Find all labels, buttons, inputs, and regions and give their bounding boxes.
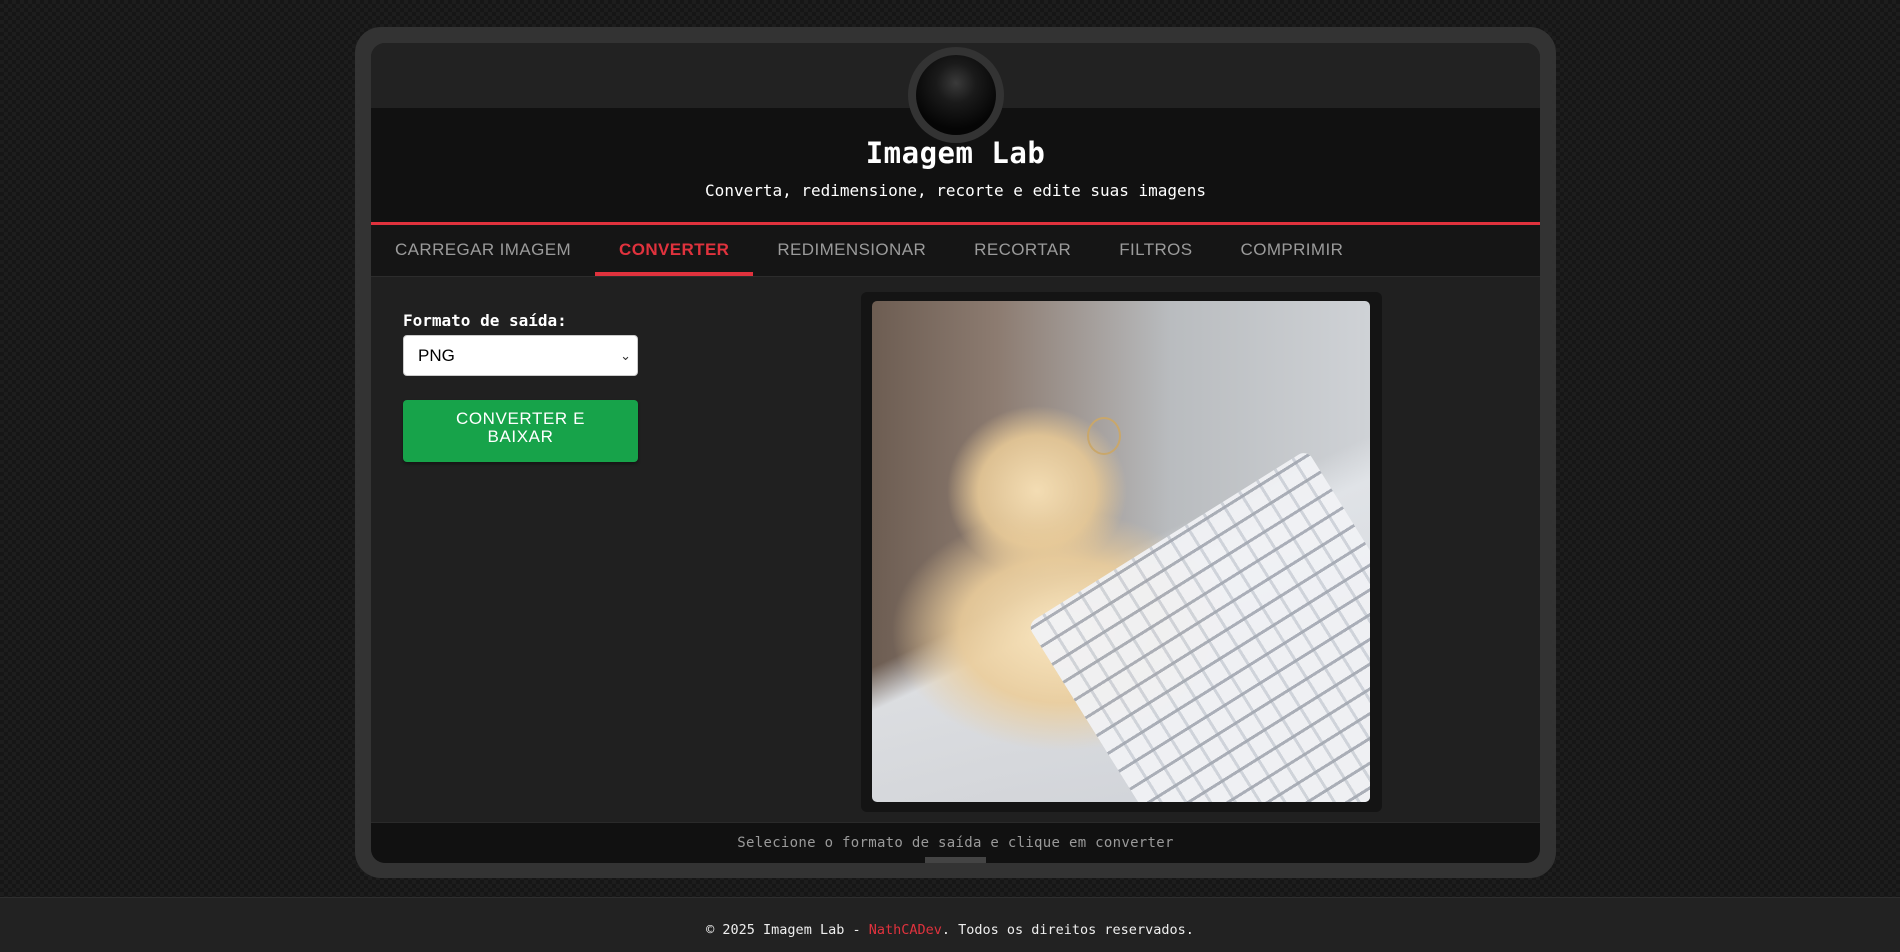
tab-filtros[interactable]: FILTROS [1095,225,1216,276]
format-label: Formato de saída: [403,311,567,330]
image-preview-frame [861,292,1382,812]
tab-converter[interactable]: CONVERTER [595,225,754,276]
footer-text: © 2025 Imagem Lab - NathCADev. Todos os … [0,922,1900,938]
author-link[interactable]: NathCADev [869,922,942,938]
page-subtitle: Converta, redimensione, recorte e edite … [705,181,1206,200]
tab-recortar[interactable]: RECORTAR [950,225,1095,276]
format-select[interactable]: PNG ⌄ [403,335,638,376]
keyboard-image-part [1026,449,1370,802]
convert-download-button[interactable]: CONVERTER E BAIXAR [403,400,638,462]
format-select-value: PNG [418,346,455,365]
home-indicator [925,857,986,863]
app-screen: Imagem Lab Converta, redimensione, recor… [371,43,1540,863]
status-message: Selecione o formato de saída e clique em… [737,835,1174,851]
footer-prefix: © 2025 Imagem Lab - [706,922,869,938]
camera-icon [908,47,1004,143]
tab-comprimir[interactable]: COMPRIMIR [1217,225,1368,276]
tab-carregar-imagem[interactable]: CARREGAR IMAGEM [371,225,595,276]
device-frame: Imagem Lab Converta, redimensione, recor… [355,27,1556,878]
chevron-down-icon: ⌄ [620,348,631,363]
footer-suffix: . Todos os direitos reservados. [941,922,1194,938]
image-preview [872,301,1370,802]
tab-bar: CARREGAR IMAGEM CONVERTER REDIMENSIONAR … [371,225,1540,277]
glasses-image-part [1087,417,1121,455]
page-footer: © 2025 Imagem Lab - NathCADev. Todos os … [0,897,1900,952]
tab-redimensionar[interactable]: REDIMENSIONAR [753,225,950,276]
converter-panel: Formato de saída: PNG ⌄ CONVERTER E BAIX… [371,277,1540,822]
status-bar: Selecione o formato de saída e clique em… [371,822,1540,863]
camera-lens [916,55,996,135]
keyboard-rows [1026,449,1370,802]
